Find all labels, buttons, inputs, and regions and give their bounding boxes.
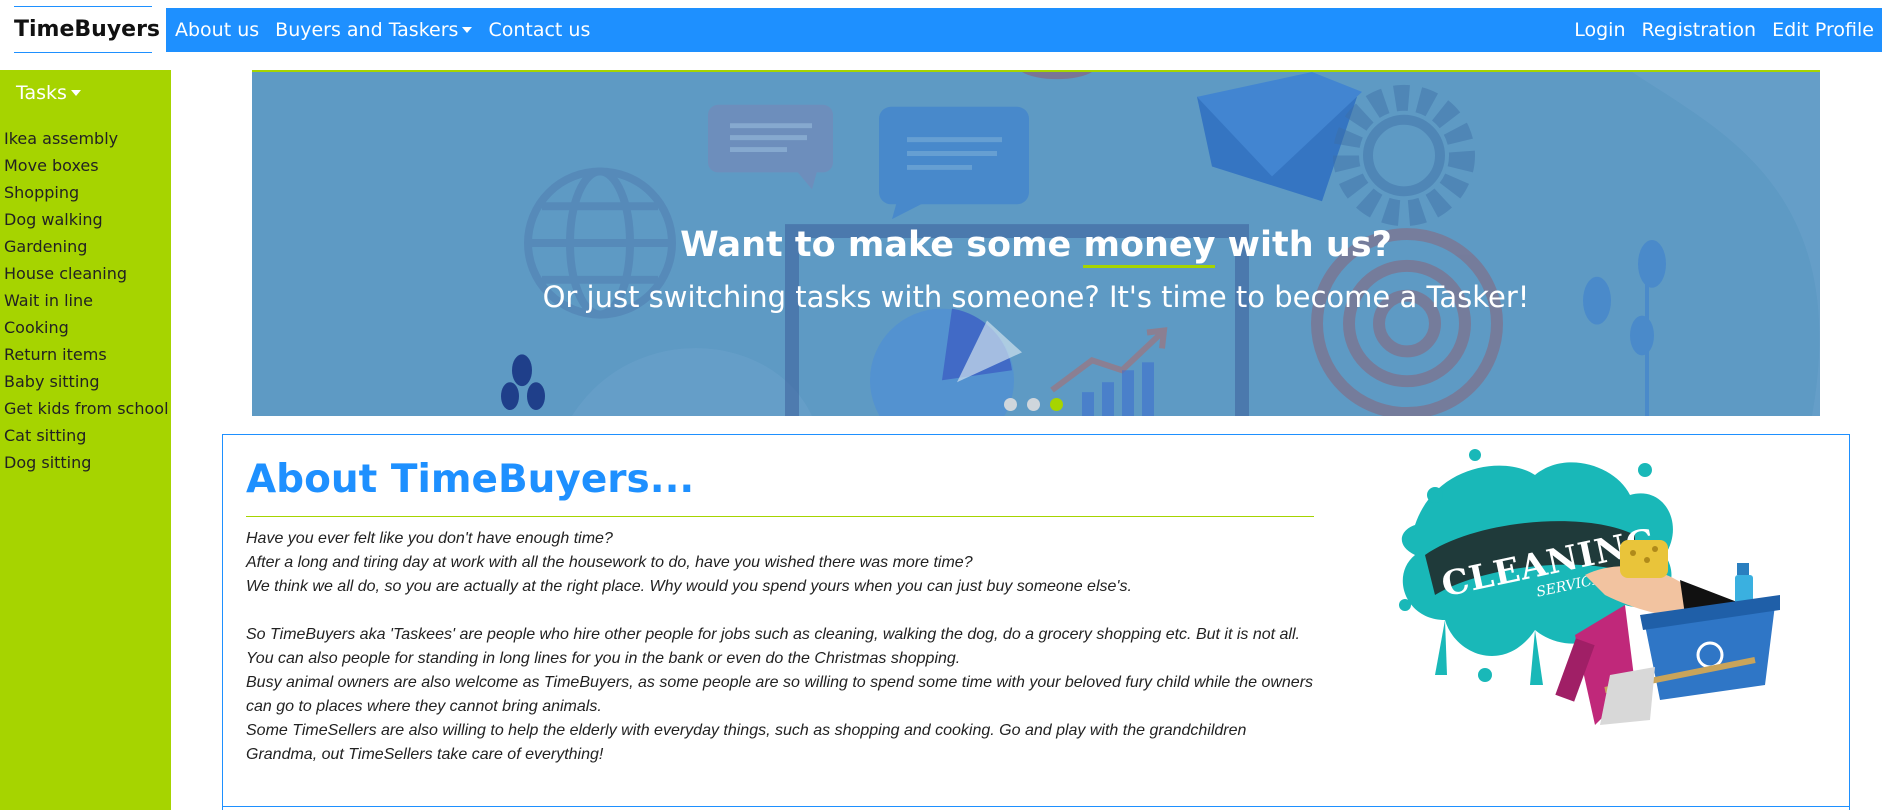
tasks-toggle-label: Tasks (16, 82, 67, 104)
task-item-baby-sitting[interactable]: Baby sitting (4, 368, 171, 395)
about-line-6: Some TimeSellers are also willing to hel… (246, 722, 1247, 763)
about-line-4: So TimeBuyers aka 'Taskees' are people w… (246, 626, 1300, 667)
nav-registration-link[interactable]: Registration (1634, 19, 1765, 41)
task-item-cat-sitting[interactable]: Cat sitting (4, 422, 171, 449)
about-section: About TimeBuyers... Have you ever felt l… (222, 434, 1850, 810)
nav-buyers-taskers-label: Buyers and Taskers (275, 19, 459, 41)
tasks-sidebar: Tasks Ikea assembly Move boxes Shopping … (0, 70, 171, 810)
carousel-indicator-1[interactable] (1004, 398, 1017, 411)
task-item-ikea-assembly[interactable]: Ikea assembly (4, 125, 171, 152)
task-item-dog-walking[interactable]: Dog walking (4, 206, 171, 233)
task-item-gardening[interactable]: Gardening (4, 233, 171, 260)
carousel-indicators (1004, 398, 1063, 411)
nav-buyers-taskers-dropdown[interactable]: Buyers and Taskers (267, 19, 480, 41)
nav-right-group: Login Registration Edit Profile (1566, 8, 1882, 52)
caret-down-icon (70, 90, 81, 96)
carousel-title-start: Want to make some (680, 225, 1084, 265)
about-text: Have you ever felt like you don't have e… (246, 527, 1321, 767)
chat-bubble-icon (879, 106, 1029, 220)
nav-edit-profile-label: Edit Profile (1772, 19, 1874, 41)
about-title: About TimeBuyers... (246, 457, 695, 502)
about-line-1: Have you ever felt like you don't have e… (246, 530, 613, 547)
carousel-title: Want to make some money with us? (252, 225, 1820, 268)
carousel-title-end: with us? (1215, 225, 1392, 265)
about-bottom-border (222, 806, 1850, 807)
nav-left-group: About us Buyers and Taskers Contact us (166, 8, 598, 52)
nav-about-label: About us (175, 19, 260, 41)
about-line-5: Busy animal owners are also welcome as T… (246, 674, 1314, 715)
carousel-indicator-2[interactable] (1027, 398, 1040, 411)
about-divider (246, 516, 1314, 517)
nav-registration-label: Registration (1641, 19, 1757, 41)
task-item-wait-in-line[interactable]: Wait in line (4, 287, 171, 314)
task-item-dog-sitting[interactable]: Dog sitting (4, 449, 171, 476)
about-spacer (246, 599, 1321, 623)
nav-about-link[interactable]: About us (166, 19, 267, 41)
hero-carousel[interactable]: Want to make some money with us? Or just… (252, 70, 1820, 416)
task-item-return-items[interactable]: Return items (4, 341, 171, 368)
cleaning-service-illustration: CLEANING SERVICE (1399, 449, 1780, 725)
nav-contact-label: Contact us (488, 19, 591, 41)
task-item-move-boxes[interactable]: Move boxes (4, 152, 171, 179)
nav-login-link[interactable]: Login (1566, 19, 1633, 41)
brand-logo[interactable]: TimeBuyers (14, 6, 160, 53)
task-item-shopping[interactable]: Shopping (4, 179, 171, 206)
carousel-subtitle: Or just switching tasks with someone? It… (542, 280, 1530, 314)
task-item-get-kids-from-school[interactable]: Get kids from school (4, 395, 171, 422)
top-navbar: About us Buyers and Taskers Contact us L… (166, 8, 1882, 52)
tasks-dropdown-toggle[interactable]: Tasks (16, 82, 171, 104)
task-item-cooking[interactable]: Cooking (4, 314, 171, 341)
about-line-2: After a long and tiring day at work with… (246, 554, 973, 571)
nav-login-label: Login (1574, 19, 1626, 41)
nav-contact-link[interactable]: Contact us (480, 19, 598, 41)
carousel-title-highlight: money (1083, 225, 1216, 268)
task-item-house-cleaning[interactable]: House cleaning (4, 260, 171, 287)
task-list: Ikea assembly Move boxes Shopping Dog wa… (0, 125, 171, 476)
caret-down-icon (462, 27, 473, 33)
carousel-indicator-3[interactable] (1050, 398, 1063, 411)
nav-edit-profile-link[interactable]: Edit Profile (1764, 19, 1882, 41)
about-line-3: We think we all do, so you are actually … (246, 578, 1132, 595)
